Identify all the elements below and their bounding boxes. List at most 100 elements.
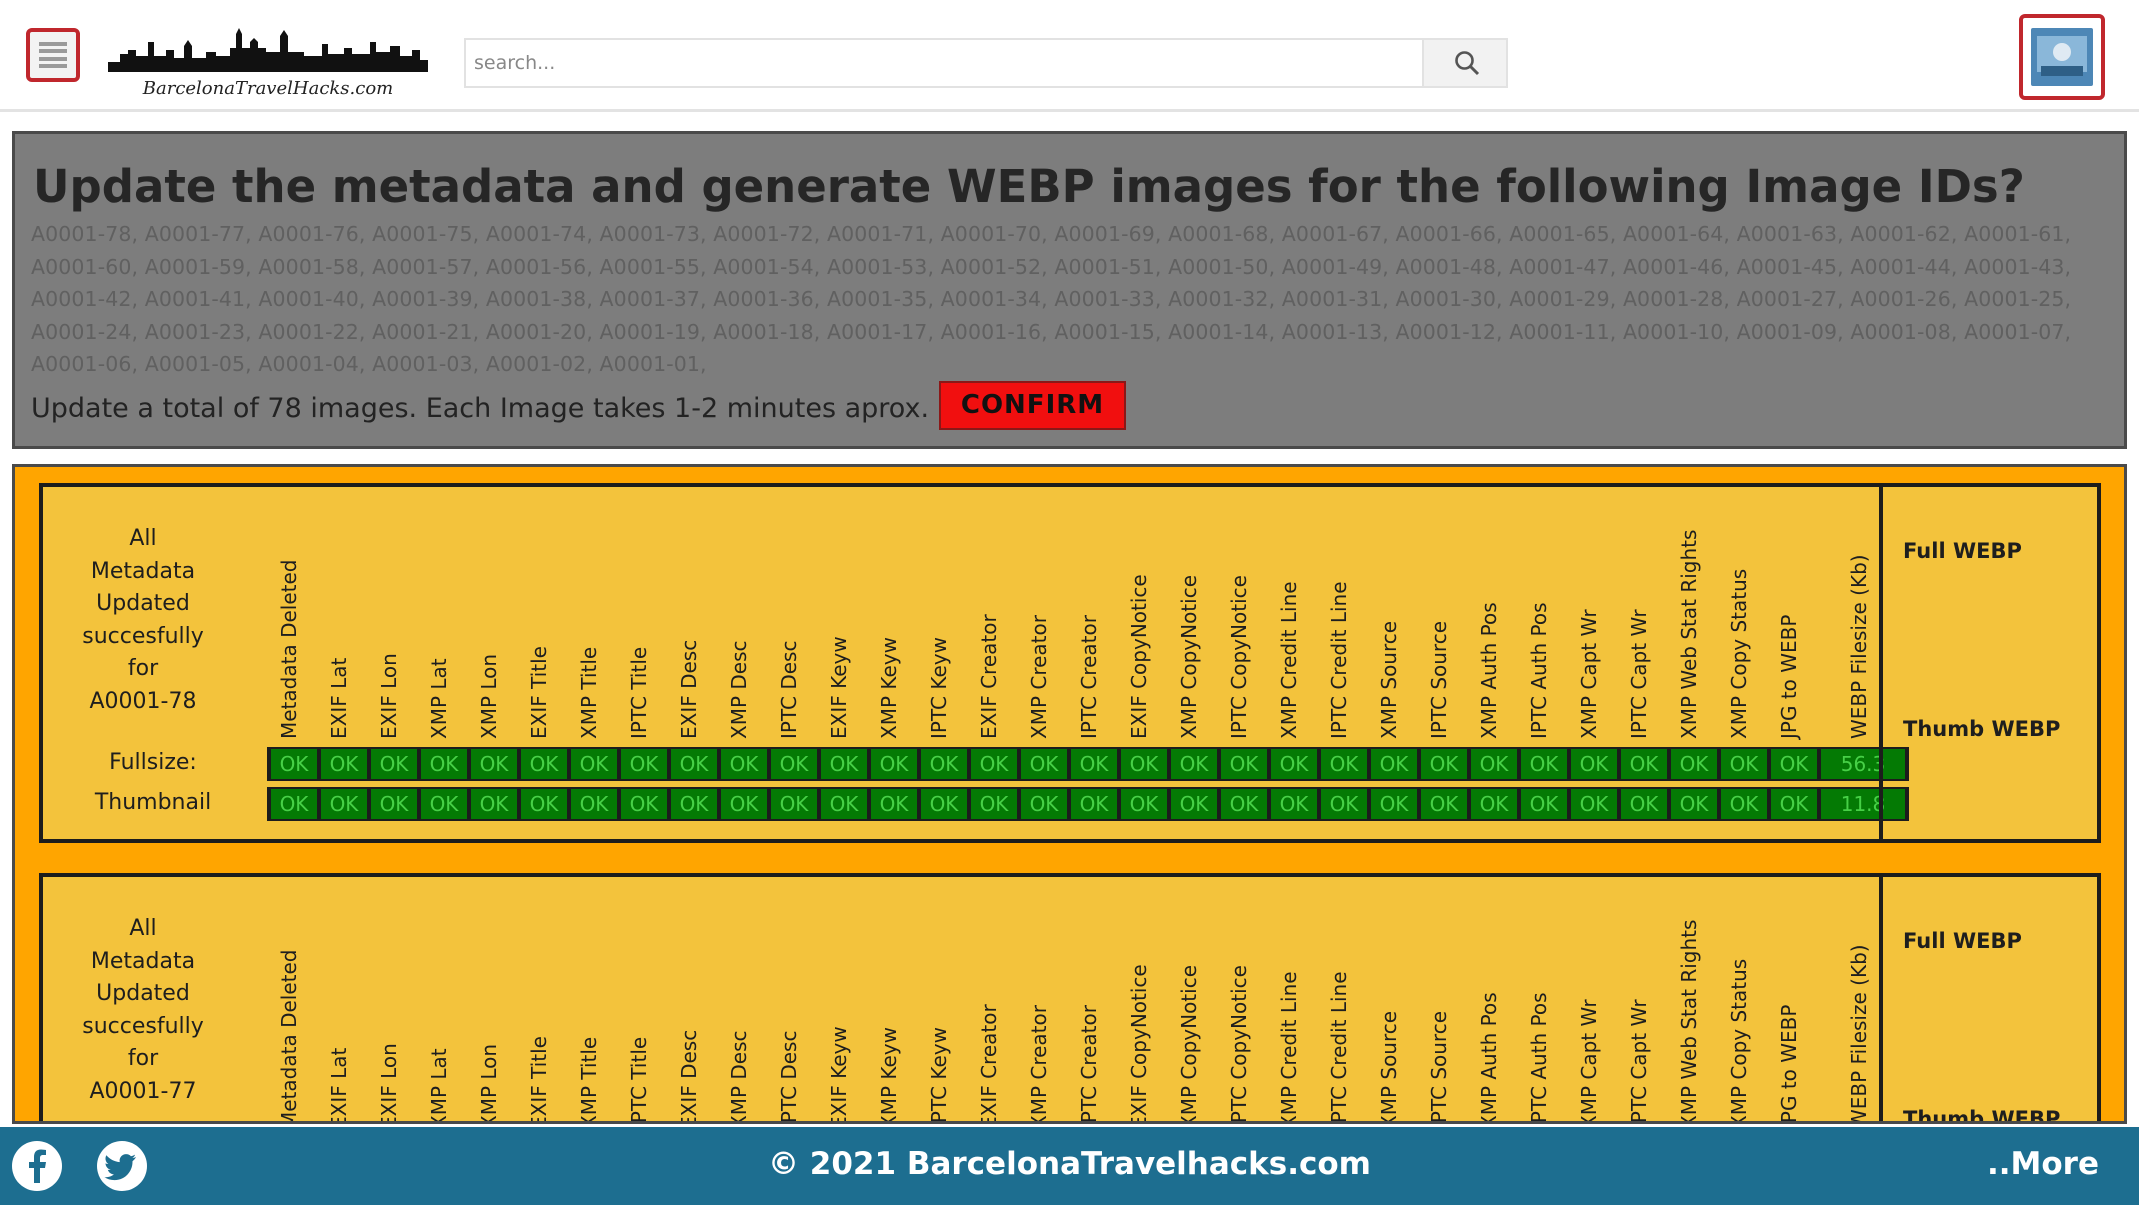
column-header-label: XMP Creator [1027,1005,1051,1124]
row-label: Fullsize: [109,750,197,775]
column-header-label: XMP Keyw [877,1027,901,1124]
search-input[interactable] [466,40,1424,86]
column-header-label: IPTC Capt Wr [1627,609,1651,739]
ok-cell: OK [371,789,417,819]
ok-cell: OK [1021,789,1067,819]
column-header-label: XMP Lat [427,658,451,739]
column-header: XMP Web Stat Rights [1671,877,1713,1121]
column-header-label: XMP CopyNotice [1177,964,1201,1124]
ok-cell: OK [1271,789,1317,819]
status-label: All Metadata Updated succesfully for A0001-78 [53,523,233,718]
column-header-label: XMP Source [1377,1010,1401,1124]
column-header-label: XMP Credit Line [1277,971,1301,1124]
column-header: IPTC Credit Line [1321,487,1363,747]
column-header: IPTC Title [621,487,663,747]
column-header: XMP Lat [421,877,463,1121]
column-header: EXIF Lon [371,877,413,1121]
ok-cell: OK [421,749,467,779]
status-row: OK OK OK OK OK OK OK OK OK OK OK OK OK OK OK OK OK OK OK OK… [267,787,1909,821]
more-link[interactable]: ..More [1987,1146,2099,1182]
status-line: Updated [96,591,190,616]
column-header: EXIF Lon [371,487,413,747]
status-line: Updated [96,981,190,1006]
ok-cell: OK [1771,749,1817,779]
full-webp-label: Full WEBP [1903,539,2022,563]
ok-cell: OK [1721,789,1767,819]
ok-cell: OK [771,789,817,819]
column-header-label: Metadata Deleted [277,949,301,1124]
column-header: IPTC Capt Wr [1621,877,1663,1121]
ok-cell: OK [971,749,1017,779]
column-header-label: XMP Keyw [877,637,901,739]
column-header-label: XMP Creator [1027,615,1051,739]
ok-cell: OK [1071,789,1117,819]
column-header: IPTC Auth Pos [1521,877,1563,1121]
column-header: IPTC Creator [1071,487,1113,747]
status-line: succesfully [82,623,204,649]
ok-cell: OK [1071,749,1117,779]
column-header-label: IPTC Auth Pos [1527,602,1551,739]
column-header: EXIF Keyw [821,487,863,747]
column-header-label: JPG to WEBP [1777,1004,1801,1124]
ok-cell: OK [1371,749,1417,779]
ok-cell: OK [1421,749,1467,779]
ok-cell: OK [1571,749,1617,779]
result-card: All Metadata Updated succesfully for A0001-77… [39,873,2101,1124]
column-header-label: EXIF Creator [977,614,1001,739]
column-header: IPTC Creator [1071,877,1113,1124]
status-row: OK OK OK OK OK OK OK OK OK OK OK OK OK OK OK OK OK OK OK OK… [267,747,1909,781]
site-logo[interactable]: BarcelonaTravelHacks.com [108,20,428,100]
column-header: XMP CopyNotice [1171,877,1213,1124]
ok-cell: OK [1171,749,1217,779]
column-header-label: XMP Capt Wr [1577,999,1601,1124]
column-header: WEBP Filesize (Kb) [1841,877,1883,1121]
ok-cell: OK [621,749,667,779]
column-header: IPTC CopyNotice [1221,877,1263,1121]
ok-cell: OK [1471,749,1517,779]
column-header-label: EXIF Title [527,1036,551,1124]
ok-cell: OK [1521,789,1567,819]
column-header: IPTC Auth Pos [1521,487,1563,747]
status-line: All [129,526,157,551]
ok-cell: OK [1721,749,1767,779]
column-header-label: Metadata Deleted [277,559,301,739]
column-header: XMP CopyNotice [1171,487,1213,747]
site-footer: © 2021 BarcelonaTravelhacks.com ..More [0,1127,2139,1205]
ok-cell: OK [1121,789,1167,819]
ok-cell: OK [1171,789,1217,819]
column-header: EXIF CopyNotice [1121,487,1163,747]
status-line: for [127,656,159,681]
column-header: IPTC Keyw [921,877,963,1121]
column-header-label: XMP CopyNotice [1177,574,1201,739]
column-header-label: JPG to WEBP [1777,614,1801,739]
ok-cell: OK [1521,749,1567,779]
column-header: XMP Credit Line [1271,877,1313,1124]
menu-button[interactable] [26,28,80,82]
column-header: XMP Keyw [871,487,913,747]
status-line: All [129,916,157,941]
ok-cell: OK [1621,789,1667,819]
ok-cell: OK [921,749,967,779]
column-header: EXIF Desc [671,877,713,1121]
column-header: Metadata Deleted [271,487,313,747]
column-header: IPTC Desc [771,877,813,1121]
ok-cell: OK [471,749,517,779]
ok-cell: OK [1771,789,1817,819]
profile-button[interactable] [2019,14,2105,100]
ok-cell: OK [1221,749,1267,779]
status-label: All Metadata Updated succesfully for A0001-77 [53,913,233,1108]
column-header-label: XMP Credit Line [1277,581,1301,739]
ok-cell: OK [1271,749,1317,779]
search-button[interactable] [1422,40,1506,86]
column-header-label: XMP Desc [727,640,751,740]
column-header-label: XMP Title [577,1036,601,1124]
ok-cell: OK [821,789,867,819]
column-header-label: EXIF Title [527,646,551,739]
ok-cell: OK [1671,789,1717,819]
ok-cell: OK [1021,749,1067,779]
search-icon [1455,51,1480,76]
confirm-button[interactable]: CONFIRM [939,381,1126,430]
column-header: EXIF Title [521,487,563,747]
column-header-label: XMP Desc [727,1030,751,1124]
column-header-label: IPTC Creator [1077,1005,1101,1124]
